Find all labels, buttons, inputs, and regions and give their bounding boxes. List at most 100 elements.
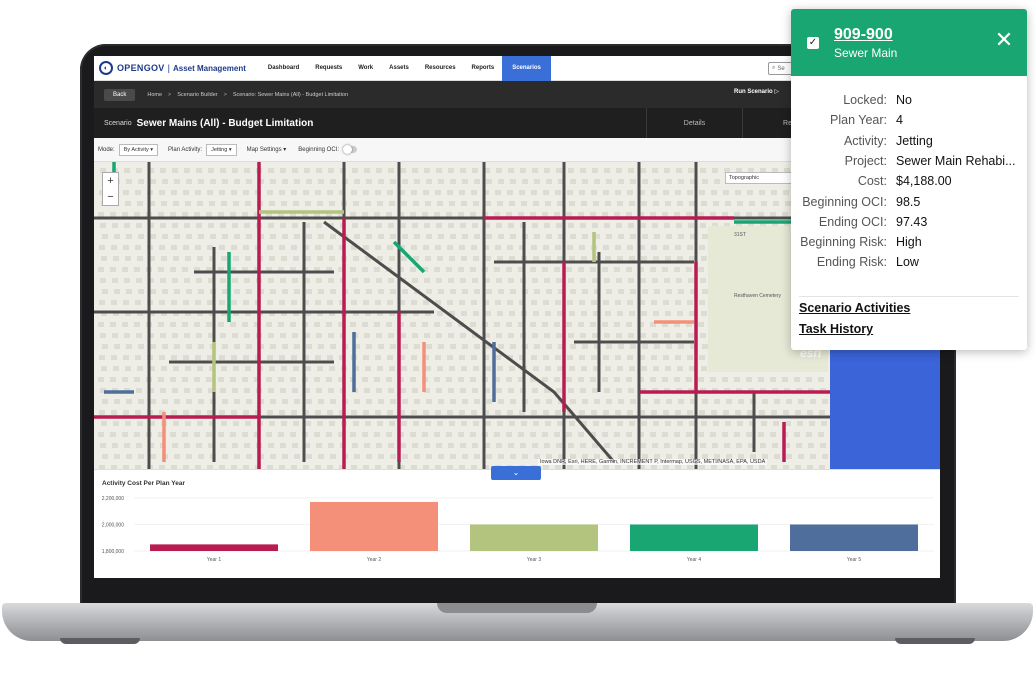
back-button[interactable]: Back [104,88,136,101]
property-label: Ending OCI: [818,214,887,229]
x-tick-label: Year 2 [367,557,381,563]
breadcrumb-scenario-builder[interactable]: Scenario Builder [177,92,217,98]
road-label: 31ST [734,232,746,238]
bar-year-5[interactable] [790,524,918,552]
map-settings-label: Map Settings [246,147,282,153]
mode-select[interactable]: By Activity ▾ [118,143,159,156]
property-value: $4,188.00 [896,174,952,189]
breadcrumb-separator: > [223,91,227,98]
plan-activity-label: Plan Activity: [168,146,203,153]
scenario-activities-link[interactable]: Scenario Activities [799,301,910,315]
property-value: Low [896,255,919,270]
nav-dashboard[interactable]: Dashboard [260,56,307,81]
property-value: Jetting [896,133,933,148]
checkbox-checked-icon[interactable]: ✓ [807,37,819,49]
nav-assets[interactable]: Assets [381,56,417,81]
logo-text: OPENGOV [117,63,165,73]
property-row: Plan Year: 4 [791,113,1027,129]
property-label: Locked: [843,93,887,107]
property-label: Activity: [843,133,887,148]
property-row: Ending Risk: Low [791,255,1027,271]
bar-year-2[interactable] [310,501,438,551]
laptop-foot-right [895,638,975,644]
breadcrumb-home[interactable]: Home [147,92,162,98]
logo[interactable]: ◐ OPENGOV | Asset Management [94,56,246,81]
breadcrumb-separator: > [168,91,172,98]
property-row: Locked: No [791,93,1027,109]
nav-work[interactable]: Work [350,56,381,81]
scenario-title: Sewer Mains (All) - Budget Limitation [136,117,314,129]
beginning-oci-toggle[interactable] [343,145,357,154]
task-history-link[interactable]: Task History [799,322,873,336]
logo-separator: | [167,63,170,73]
property-label: Beginning OCI: [802,194,887,209]
asset-popup: ✓ 909-900 Sewer Main ✕ Locked: No Plan Yea… [791,9,1027,350]
property-row: Activity: Jetting [791,134,1027,150]
laptop-foot-left [60,638,140,644]
chevron-down-icon: ⌄ [512,468,520,477]
play-icon: ▷ [774,89,779,95]
caret-down-icon: ▾ [228,146,232,153]
mode-value: By Activity [123,146,149,153]
nav-requests[interactable]: Requests [307,56,350,81]
x-tick-label: Year 4 [687,557,701,563]
y-tick-label: 1,800,000 [102,549,124,555]
nav-scenarios[interactable]: Scenarios [502,56,551,81]
basemap-select[interactable]: Topographic [725,172,795,184]
asset-type: Sewer Main [834,46,898,60]
sewer-map[interactable]: Resthaven Cemetery 31ST + − Topographic … [94,162,830,469]
nav-links: Dashboard Requests Work Assets Resources… [260,56,551,81]
plan-activity-value: Jetting [211,146,228,153]
nav-resources[interactable]: Resources [417,56,464,81]
y-tick-label: 2,000,000 [102,523,124,529]
product-name: Asset Management [172,63,246,73]
property-row: Project: Sewer Main Rehabi... [791,154,1027,170]
zoom-control: + − [102,172,119,206]
breadcrumb-current: Scenario: Sewer Mains (All) - Budget Lim… [232,91,349,98]
laptop-notch [437,603,597,613]
property-value: High [896,235,922,250]
zoom-in-button[interactable]: + [103,173,118,189]
tab-details[interactable]: Details [646,108,742,138]
property-value: 4 [896,113,903,128]
x-tick-label: Year 3 [527,557,541,563]
bar-year-1[interactable] [150,544,278,551]
y-tick-label: 2,200,000 [102,496,124,502]
cemetery-label: Resthaven Cemetery [734,293,781,299]
x-tick-label: Year 5 [847,557,861,563]
property-value: 97.43 [896,214,928,229]
run-scenario-label: Run Scenario [734,89,773,95]
popup-divider [799,296,1019,297]
collapse-chart-button[interactable]: ⌄ [491,466,541,480]
property-label: Project: [844,153,887,168]
map-canvas[interactable]: Resthaven Cemetery 31ST [94,162,830,469]
property-value: No [896,93,912,107]
run-scenario-button[interactable]: Run Scenario ▷ [734,88,779,95]
map-attribution: Iowa DNR, Esri, HERE, Garmin, INCREMENT … [538,459,768,465]
nav-reports[interactable]: Reports [464,56,503,81]
asset-id-link[interactable]: 909-900 [834,26,893,44]
map-settings-menu[interactable]: Map Settings ▾ [247,146,287,153]
popup-header: ✓ 909-900 Sewer Main ✕ [791,9,1027,76]
beginning-oci-label: Beginning OCI: [298,146,339,153]
property-row: Cost: $4,188.00 [791,174,1027,190]
close-icon[interactable]: ✕ [993,29,1015,51]
property-label: Plan Year: [830,113,887,128]
x-tick-label: Year 1 [207,557,221,563]
property-value: 98.5 [896,194,921,209]
zoom-out-button[interactable]: − [103,189,118,205]
bar-year-3[interactable] [470,524,598,552]
property-row: Ending OCI: 97.43 [791,215,1027,231]
property-value: Sewer Main Rehabi... [896,153,1016,168]
property-row: Beginning OCI: 98.5 [791,195,1027,211]
bar-year-4[interactable] [630,524,758,552]
search-icon: ⌕ [772,65,776,71]
caret-down-icon: ▾ [150,146,154,153]
plan-activity-select[interactable]: Jetting ▾ [206,143,237,156]
activity-cost-chart: 2,200,000 2,000,000 1,800,000 Year 1 Year 2 Y… [102,496,934,563]
caret-down-icon: ▾ [283,147,287,153]
property-label: Ending Risk: [816,255,887,270]
property-row: Beginning Risk: High [791,235,1027,251]
mode-label: Mode: [98,146,115,153]
search-placeholder: Se [777,65,785,72]
